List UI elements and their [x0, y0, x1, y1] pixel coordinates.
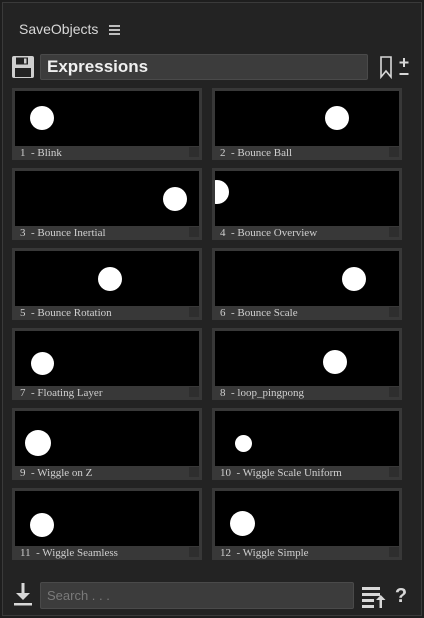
preset-label: 12 - Wiggle Simple — [220, 547, 309, 559]
preset-label: 4 - Bounce Overview — [220, 227, 318, 239]
white-dot — [30, 106, 54, 130]
preset-thumbnail — [15, 171, 199, 226]
preset-thumbnail — [15, 251, 199, 306]
white-dot — [25, 430, 51, 456]
white-dot — [342, 267, 366, 291]
preset-tile[interactable]: 6 - Bounce Scale — [212, 248, 402, 320]
preset-label: 1 - Blink — [20, 147, 62, 159]
preset-label: 7 - Floating Layer — [20, 387, 103, 399]
preset-tile[interactable]: 9 - Wiggle on Z — [12, 408, 202, 480]
preset-tile[interactable]: 4 - Bounce Overview — [212, 168, 402, 240]
preset-tile[interactable]: 12 - Wiggle Simple — [212, 488, 402, 560]
panel-title: SaveObjects — [19, 21, 99, 37]
search-input[interactable] — [40, 582, 354, 609]
preset-tile[interactable]: 11 - Wiggle Seamless — [12, 488, 202, 560]
preset-tile[interactable]: 5 - Bounce Rotation — [12, 248, 202, 320]
preset-tile[interactable]: 10 - Wiggle Scale Uniform — [212, 408, 402, 480]
panel-header: SaveObjects — [3, 3, 421, 47]
preset-thumbnail — [215, 171, 399, 226]
hamburger-menu-icon[interactable] — [109, 25, 120, 35]
white-dot — [31, 352, 54, 375]
preset-thumbnail — [15, 331, 199, 386]
preset-label: 3 - Bounce Inertial — [20, 227, 106, 239]
floppy-disk-icon[interactable] — [11, 55, 35, 79]
list-upload-icon[interactable] — [360, 583, 388, 609]
preset-label: 10 - Wiggle Scale Uniform — [220, 467, 342, 479]
preset-thumbnail — [215, 411, 399, 466]
white-dot — [325, 106, 349, 130]
preset-tile[interactable]: 1 - Blink — [12, 88, 202, 160]
preset-label: 11 - Wiggle Seamless — [20, 547, 118, 559]
white-dot — [230, 511, 255, 536]
preset-thumbnail — [215, 331, 399, 386]
preset-thumbnail — [215, 491, 399, 546]
white-dot — [323, 350, 347, 374]
preset-tile[interactable]: 8 - loop_pingpong — [212, 328, 402, 400]
white-dot — [98, 267, 122, 291]
preset-tile[interactable]: 7 - Floating Layer — [12, 328, 202, 400]
bookmark-icon[interactable] — [379, 55, 393, 80]
saveobjects-panel: SaveObjects 1 - Blink — [2, 2, 422, 616]
collection-name-field[interactable] — [40, 54, 368, 80]
preset-label: 9 - Wiggle on Z — [20, 467, 93, 479]
preset-thumbnail — [215, 91, 399, 146]
preset-tile[interactable]: 3 - Bounce Inertial — [12, 168, 202, 240]
white-dot — [235, 435, 252, 452]
white-dot — [215, 180, 229, 204]
preset-tile[interactable]: 2 - Bounce Ball — [212, 88, 402, 160]
plus-minus-icon[interactable] — [397, 54, 411, 80]
white-dot — [30, 513, 54, 537]
white-dot — [163, 187, 187, 211]
download-arrow-icon[interactable] — [12, 581, 34, 607]
preset-thumbnail — [15, 91, 199, 146]
preset-label: 8 - loop_pingpong — [220, 387, 305, 399]
preset-thumbnail — [15, 491, 199, 546]
preset-thumbnail — [15, 411, 199, 466]
preset-thumbnail — [215, 251, 399, 306]
preset-label: 5 - Bounce Rotation — [20, 307, 112, 319]
preset-label: 6 - Bounce Scale — [220, 307, 298, 319]
preset-label: 2 - Bounce Ball — [220, 147, 293, 159]
help-icon[interactable]: ? — [392, 583, 410, 609]
